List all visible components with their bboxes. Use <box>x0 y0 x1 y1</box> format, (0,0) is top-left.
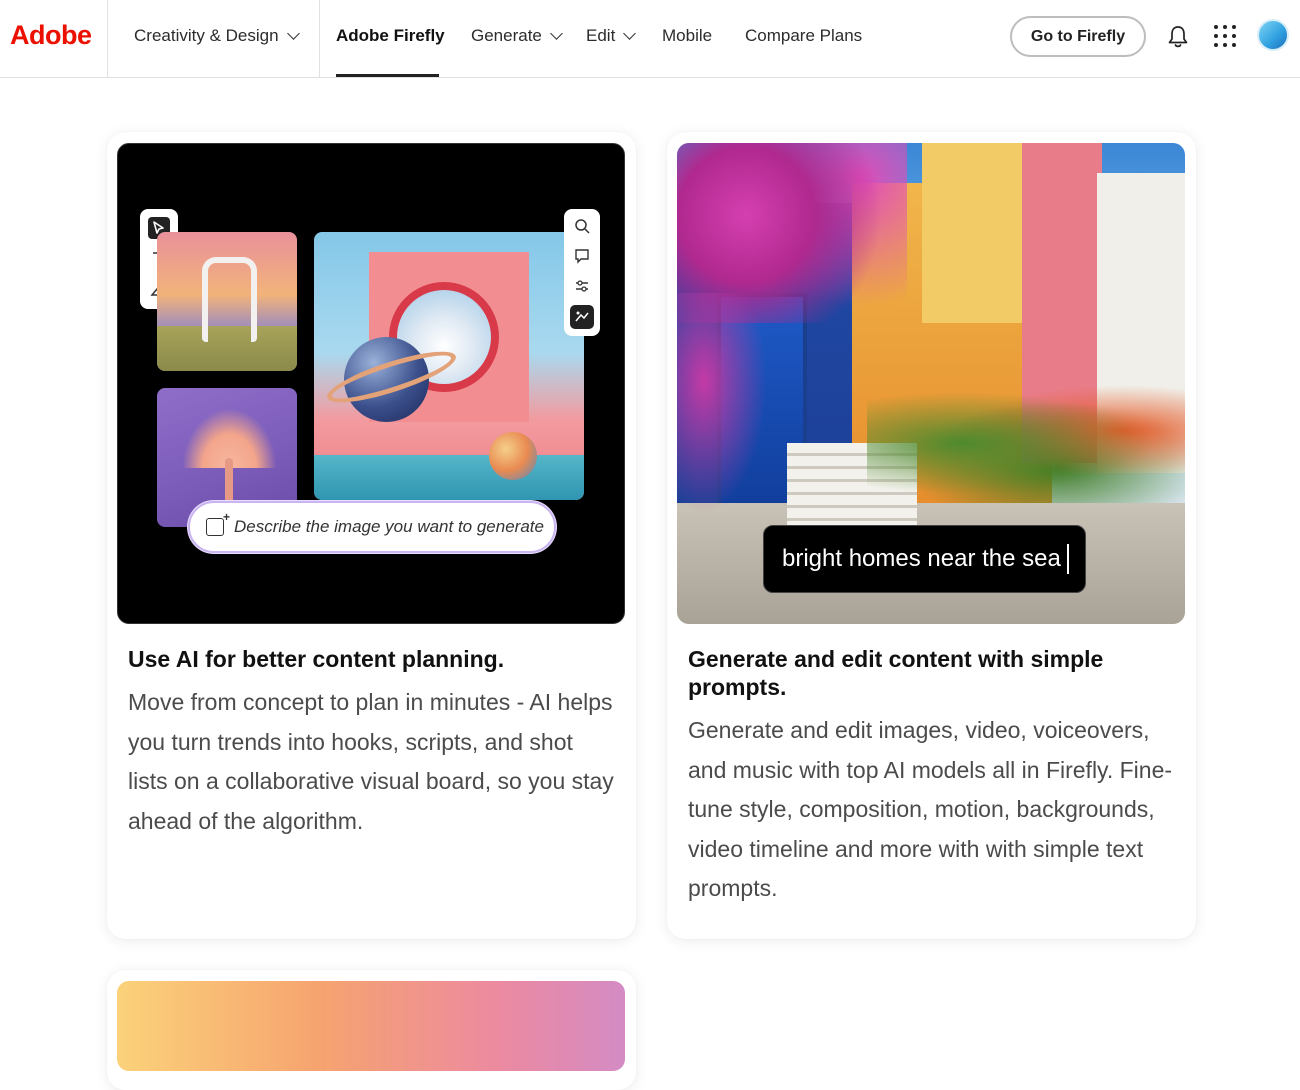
nav-edit[interactable]: Edit <box>586 26 637 46</box>
nav-adobe-firefly[interactable]: Adobe Firefly <box>336 26 445 46</box>
feature-card-simple-prompts: bright homes near the sea Generate and e… <box>667 132 1196 939</box>
planet-scene-image[interactable] <box>314 232 584 500</box>
nav-divider <box>107 0 108 78</box>
nav-compare-plans[interactable]: Compare Plans <box>745 26 862 46</box>
prompt-placeholder: Describe the image you want to generate <box>234 517 544 536</box>
card-title: Use AI for better content planning. <box>128 646 505 672</box>
zoom-icon[interactable] <box>573 217 591 235</box>
card-media-board: Describe the image you want to generate <box>117 143 625 624</box>
card-body: Generate and edit images, video, voiceov… <box>688 717 1173 901</box>
nav-label: Edit <box>586 26 616 45</box>
text-cursor <box>1066 544 1069 574</box>
prompt-caption-text: bright homes near the sea <box>782 545 1061 572</box>
generate-icon[interactable] <box>570 305 594 329</box>
generate-image-icon <box>206 510 230 536</box>
card-media-street-image: bright homes near the sea <box>677 143 1185 624</box>
nav-label: Adobe Firefly <box>336 26 445 45</box>
chevron-down-icon <box>286 27 300 40</box>
card-body: Move from concept to plan in minutes - A… <box>128 689 614 834</box>
comment-icon[interactable] <box>573 247 591 265</box>
card-media-gradient <box>117 981 625 1071</box>
nav-label: Mobile <box>662 26 713 45</box>
nav-label: Generate <box>471 26 542 45</box>
chair-thumbnail[interactable] <box>157 232 297 371</box>
nav-label: Creativity & Design <box>134 26 279 45</box>
nav-creativity-design[interactable]: Creativity & Design <box>134 26 300 46</box>
prompt-caption: bright homes near the sea <box>763 525 1086 593</box>
nav-divider <box>319 0 320 78</box>
nav-mobile[interactable]: Mobile <box>662 26 712 46</box>
adobe-logo[interactable]: Adobe <box>10 20 92 51</box>
bell-icon[interactable] <box>1166 24 1190 50</box>
active-tab-indicator <box>336 74 439 77</box>
prompt-input-pill[interactable]: Describe the image you want to generate <box>188 501 556 553</box>
app-grid-icon[interactable] <box>1214 25 1236 47</box>
chevron-down-icon <box>623 27 637 40</box>
go-to-firefly-button[interactable]: Go to Firefly <box>1010 16 1146 57</box>
feature-card-content-planning: Describe the image you want to generate … <box>107 132 636 939</box>
right-toolbar <box>564 209 600 336</box>
global-nav: Adobe Creativity & Design Adobe Firefly … <box>0 0 1300 78</box>
nav-label: Compare Plans <box>745 26 863 45</box>
feature-card-next <box>107 970 636 1090</box>
chevron-down-icon <box>550 27 563 40</box>
nav-generate[interactable]: Generate <box>471 26 563 46</box>
avatar[interactable] <box>1257 19 1289 51</box>
card-title: Generate and edit content with simple pr… <box>688 646 1104 700</box>
adjust-icon[interactable] <box>573 277 591 295</box>
